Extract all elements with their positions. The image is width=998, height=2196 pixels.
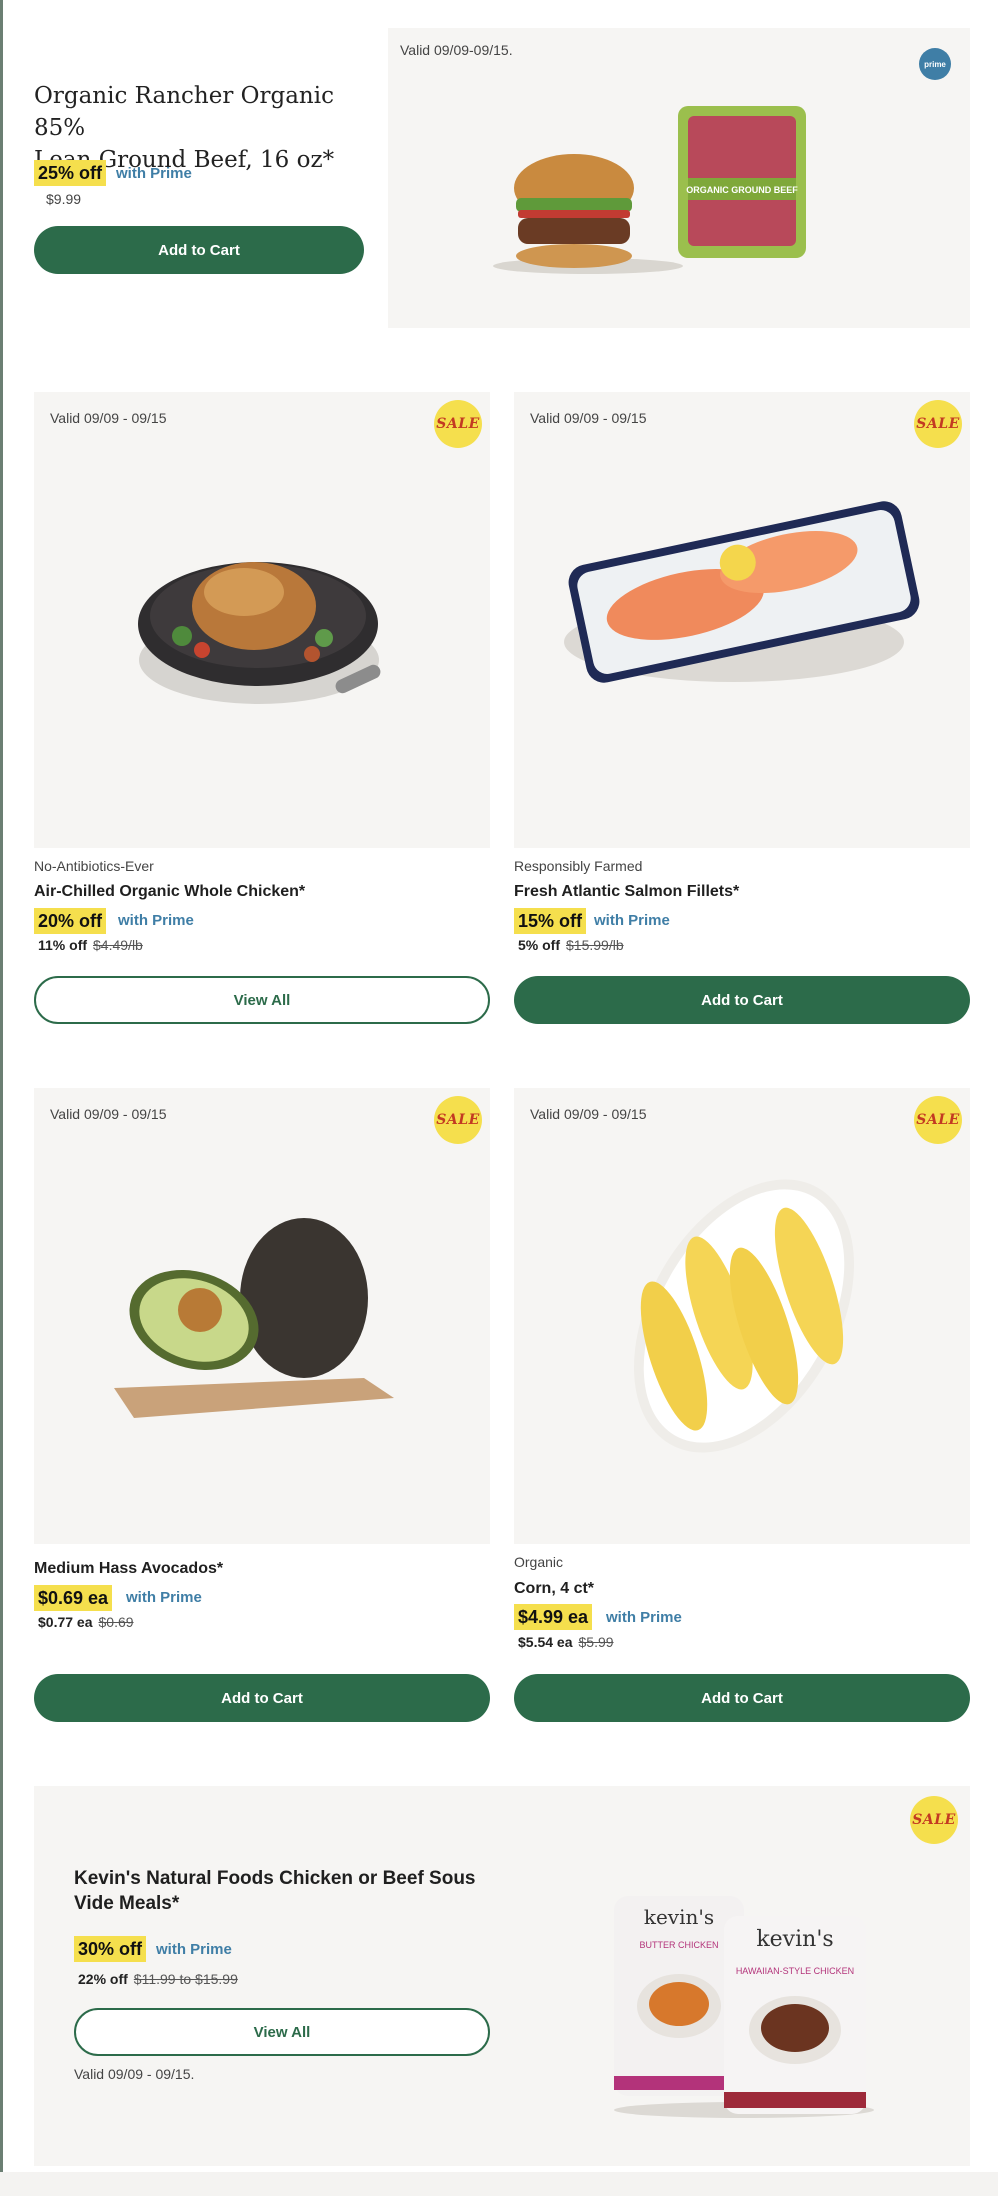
product-subtitle: Responsibly Farmed — [514, 858, 643, 874]
product-price-row: $0.77 ea $0.69 — [38, 1614, 134, 1630]
promo-title-line2: Vide Meals* — [74, 1893, 180, 1914]
salmon-image — [564, 501, 920, 683]
product-title[interactable]: Medium Hass Avocados* — [34, 1558, 223, 1580]
promo-price-row: 22% off $11.99 to $15.99 — [78, 1971, 238, 1987]
hero-deal-badge: 25% off — [34, 160, 107, 186]
add-to-cart-button[interactable]: Add to Cart — [34, 1674, 490, 1722]
pack2-brand: kevin's — [756, 1927, 833, 1952]
product-regular-discount: 11% off — [38, 937, 88, 953]
product-original-price: $4.49/lb — [93, 937, 143, 953]
product-prime-label[interactable]: with Prime — [606, 1609, 682, 1626]
hero-prime-label[interactable]: with Prime — [116, 165, 192, 182]
pack2-name: HAWAIIAN-STYLE CHICKEN — [736, 1966, 854, 1976]
hero-price: $9.99 — [46, 191, 82, 207]
product-title[interactable]: Air-Chilled Organic Whole Chicken* — [34, 881, 305, 903]
product-price-row: 5% off $15.99/lb — [518, 937, 624, 953]
promo-view-all-button[interactable]: View All — [74, 2008, 490, 2056]
corn-image — [633, 1179, 855, 1453]
page-bottom-band — [0, 2172, 998, 2196]
product-prime-label[interactable]: with Prime — [126, 1589, 202, 1606]
promo-title[interactable]: Kevin's Natural Foods Chicken or Beef So… — [74, 1866, 504, 1916]
hero-add-to-cart-button[interactable]: Add to Cart — [34, 226, 364, 274]
sale-badge: SALE — [910, 1796, 958, 1844]
promo-prime-label[interactable]: with Prime — [156, 1941, 232, 1958]
product-price-row: $5.54 ea $5.99 — [518, 1634, 614, 1650]
product-deal-badge: $4.99 ea — [514, 1604, 593, 1630]
promo-title-line1: Kevin's Natural Foods Chicken or Beef So… — [74, 1868, 476, 1889]
product-sale-price: $0.77 ea — [38, 1614, 93, 1630]
pack1-brand: kevin's — [644, 1905, 714, 1929]
promo-regular-discount: 22% off — [78, 1971, 128, 1987]
avocado-image — [114, 1218, 394, 1418]
product-image-panel[interactable]: Valid 09/09 - 09/15 SALE — [34, 1088, 490, 1544]
product-original-price: $5.99 — [578, 1634, 614, 1650]
promo-banner-kevins: SALE Kevin's Natural Foods Chicken or Be… — [34, 1786, 970, 2166]
product-image-panel[interactable]: Valid 09/09 - 09/15 SALE — [514, 392, 970, 848]
pack1-name: BUTTER CHICKEN — [639, 1940, 718, 1950]
hero-image-panel: Valid 09/09-09/15. prime ORGANIC GROUND … — [388, 28, 970, 328]
add-to-cart-button[interactable]: Add to Cart — [514, 976, 970, 1024]
product-prime-label[interactable]: with Prime — [594, 912, 670, 929]
product-image-panel[interactable]: Valid 09/09 - 09/15 SALE — [34, 392, 490, 848]
product-title[interactable]: Fresh Atlantic Salmon Fillets* — [514, 881, 739, 903]
burger-and-beef-image: ORGANIC GROUND BEEF — [493, 106, 806, 274]
product-subtitle: Organic — [514, 1554, 564, 1570]
product-sale-price: $5.54 ea — [518, 1634, 573, 1650]
promo-original-price: $11.99 to $15.99 — [133, 1971, 238, 1987]
product-regular-discount: 5% off — [518, 937, 560, 953]
product-title[interactable]: Corn, 4 ct* — [514, 1578, 594, 1600]
product-image-panel[interactable]: Valid 09/09 - 09/15 SALE — [514, 1088, 970, 1544]
product-deal-badge: 20% off — [34, 908, 107, 934]
product-original-price: $0.69 — [98, 1614, 134, 1630]
product-deal-badge: $0.69 ea — [34, 1585, 113, 1611]
package-label-text: ORGANIC GROUND BEEF — [686, 185, 798, 195]
hero-title-line1: Organic Rancher Organic 85% — [34, 83, 334, 141]
roast-chicken-image — [138, 562, 381, 704]
promo-deal-badge: 30% off — [74, 1936, 147, 1962]
product-original-price: $15.99/lb — [566, 937, 624, 953]
product-price-row: 11% off $4.49/lb — [38, 937, 143, 953]
promo-valid-dates: Valid 09/09 - 09/15. — [74, 2066, 195, 2082]
product-prime-label[interactable]: with Prime — [118, 912, 194, 929]
product-subtitle: No-Antibiotics-Ever — [34, 858, 154, 874]
add-to-cart-button[interactable]: Add to Cart — [514, 1674, 970, 1722]
view-all-button[interactable]: View All — [34, 976, 490, 1024]
page-left-rule — [0, 0, 3, 2196]
product-deal-badge: 15% off — [514, 908, 587, 934]
kevins-meal-packages-image: kevin's BUTTER CHICKEN kevin's HAWAIIAN-… — [614, 1896, 874, 2118]
